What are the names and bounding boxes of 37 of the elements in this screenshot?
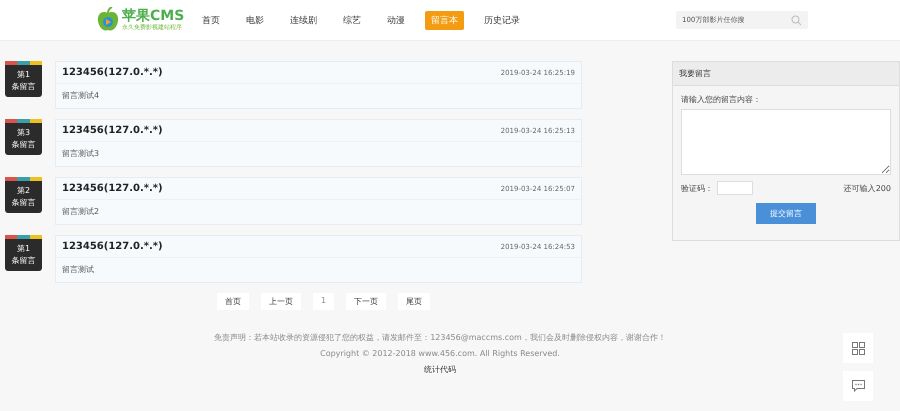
message-author: 123456(127.0.*.*) bbox=[62, 241, 163, 252]
pagination-link[interactable]: 尾页 bbox=[398, 293, 430, 310]
message-number-badge: 第1 条留言 bbox=[5, 235, 42, 271]
message-content: 留言测试2 bbox=[61, 206, 100, 218]
message-author: 123456(127.0.*.*) bbox=[62, 183, 163, 194]
nav-link[interactable]: 历史记录 bbox=[478, 10, 526, 30]
pagination-link[interactable]: 下一页 bbox=[346, 293, 386, 310]
message-author: 123456(127.0.*.*) bbox=[62, 67, 163, 78]
chat-icon[interactable] bbox=[852, 380, 864, 392]
pagination-link[interactable]: 1 bbox=[312, 293, 334, 310]
nav-link[interactable]: 综艺 bbox=[337, 10, 367, 30]
captcha-label: 验证码： bbox=[681, 182, 713, 194]
captcha-field[interactable] bbox=[717, 181, 753, 195]
message-author: 123456(127.0.*.*) bbox=[62, 125, 163, 136]
message-content: 留言测试4 bbox=[61, 90, 100, 102]
pagination-link[interactable]: 首页 bbox=[216, 293, 249, 310]
remaining-count: 还可输入200 bbox=[844, 182, 891, 194]
nav-link[interactable]: 动漫 bbox=[381, 10, 411, 30]
panel-title: 我要留言 bbox=[673, 62, 899, 86]
nav-link[interactable]: 连续剧 bbox=[284, 10, 323, 30]
grid-icon[interactable] bbox=[852, 342, 864, 354]
message-content: 留言测试 bbox=[61, 264, 95, 276]
copyright-text: Copyright © 2012-2018 www.456.com. All Rights Reserved. bbox=[320, 348, 560, 360]
pagination-link[interactable]: 上一页 bbox=[260, 293, 301, 310]
form-prompt: 请输入您的留言内容： bbox=[681, 94, 762, 105]
disclaimer-text: 免责声明：若本站收录的资源侵犯了您的权益，请发邮件至：123456@maccms.com，我们会及时删除侵权内容，谢谢合作！ bbox=[214, 332, 666, 344]
message-button[interactable] bbox=[843, 371, 873, 401]
message-content: 留言测试3 bbox=[61, 148, 100, 160]
stats-link[interactable]: 统计代码 bbox=[424, 362, 456, 378]
logo-title: 苹果CMS bbox=[122, 8, 184, 24]
message-number-badge: 第3 条留言 bbox=[5, 119, 42, 155]
grid-button[interactable] bbox=[843, 333, 873, 363]
message-number-badge: 第2 条留言 bbox=[5, 177, 42, 213]
apple-logo-icon bbox=[96, 7, 120, 33]
message-number-badge: 第1 条留言 bbox=[5, 61, 42, 97]
nav-link[interactable]: 首页 bbox=[196, 10, 226, 30]
nav-link[interactable]: 电影 bbox=[240, 10, 270, 30]
